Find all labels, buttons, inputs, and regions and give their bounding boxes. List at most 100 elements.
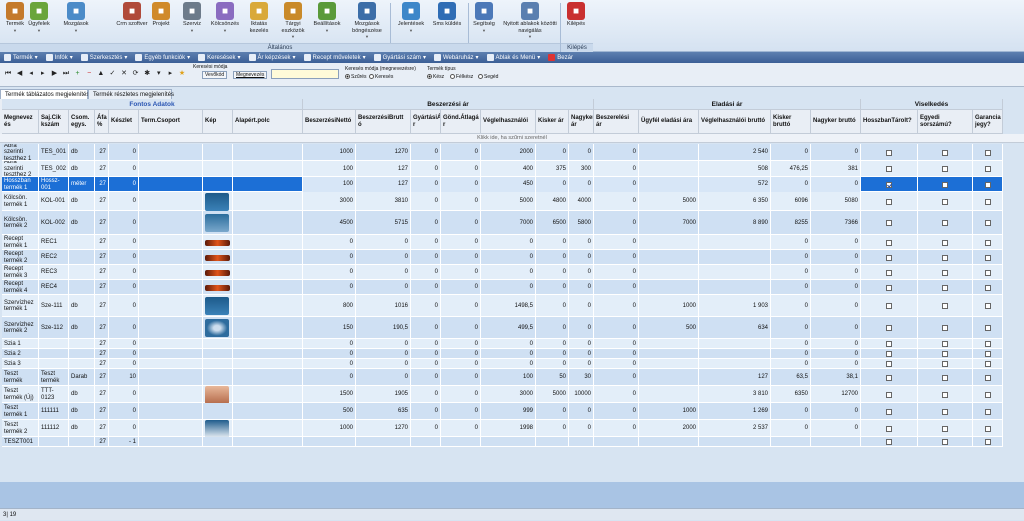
cell-uniq[interactable] [918,317,973,339]
checkbox[interactable] [942,391,948,398]
column-header[interactable]: Egyedi sorszámú? [918,110,973,134]
favorite-icon[interactable]: ★ [177,69,187,79]
cell-uniq[interactable] [918,349,973,359]
radio-szures[interactable]: Szűrés [345,74,367,80]
cell-uniq[interactable] [918,437,973,447]
confirm-icon[interactable]: ✓ [107,69,117,79]
cell-uniq[interactable] [918,144,973,161]
checkbox[interactable] [886,374,892,381]
checkbox[interactable] [886,391,892,398]
menu-close[interactable]: Bezár [544,54,577,61]
checkbox[interactable] [942,439,948,445]
checkbox[interactable] [886,166,892,172]
cell-uniq[interactable] [918,339,973,349]
cell-uniq[interactable] [918,265,973,280]
cell-long[interactable] [861,144,918,161]
column-header[interactable]: Kisker ár [536,110,569,134]
checkbox[interactable] [984,284,991,291]
prev-record-icon[interactable]: ◂ [26,69,36,79]
dropdown-icon[interactable]: ▾ [154,69,164,79]
cell-guar[interactable] [973,161,1003,177]
checkbox[interactable] [886,361,892,367]
table-row[interactable]: Recept termék 1 REC1 27 0 0 0 0 0 0 0 0 0 0 0 [2,235,1003,250]
filter-row[interactable]: Klikk ide, ha szűrni szeretnél [0,134,1024,143]
column-header[interactable]: BeszerzésiNettó [303,110,356,134]
table-row[interactable]: Teszt termék Teszt termék Darab 27 10 0 0 0 0 100… [2,369,1003,386]
checkbox[interactable] [984,361,991,367]
next-record-icon[interactable]: ▸ [38,69,48,79]
checkbox[interactable] [886,303,892,309]
ribbon-button-rental[interactable]: ■ Kölcsönzés ▼ [208,2,242,33]
ribbon-button-filing[interactable]: ■ Iktatás kezelés [244,2,274,34]
cell-long[interactable] [861,317,918,339]
checkbox[interactable] [984,341,991,347]
checkbox[interactable] [984,149,991,156]
checkbox[interactable] [942,220,948,226]
cell-long[interactable] [861,420,918,437]
checkbox[interactable] [942,254,948,261]
checkbox[interactable] [942,239,948,246]
cell-guar[interactable] [973,420,1003,437]
checkbox[interactable] [886,341,892,347]
table-row[interactable]: Teszt termék 2 111112 db 27 0 1000 1270 0 0 1998 0… [2,420,1003,437]
cell-guar[interactable] [973,177,1003,192]
column-header[interactable]: GyártásiÁ r [411,110,441,134]
cell-guar[interactable] [973,437,1003,447]
cell-guar[interactable] [973,369,1003,386]
cell-long[interactable] [861,295,918,317]
checkbox[interactable] [886,284,892,291]
checkbox[interactable] [942,341,948,347]
table-row[interactable]: Teszt termék 1 111111 db 27 0 500 635 0 0 999 0 0 0 1… [2,403,1003,420]
checkbox[interactable] [942,284,948,291]
cell-guar[interactable] [973,386,1003,403]
cell-long[interactable] [861,386,918,403]
table-row[interactable]: Recept termék 3 REC3 27 0 0 0 0 0 0 0 0 0 0 0 [2,265,1003,280]
menu-search[interactable]: Keresések ▾ [194,54,244,61]
cell-long[interactable] [861,192,918,211]
ribbon-button-reports[interactable]: ■ Jelentések ▼ [396,2,426,33]
checkbox[interactable] [942,303,948,309]
checkbox[interactable] [984,269,991,276]
cell-uniq[interactable] [918,295,973,317]
ribbon-button-exit[interactable]: ■ Kilépés [564,2,588,28]
checkbox[interactable] [984,351,991,357]
checkbox[interactable] [984,198,991,205]
ribbon-button-crm[interactable]: ■ Crm szoftver [116,2,148,28]
cell-guar[interactable] [973,192,1003,211]
table-row[interactable]: Kölcsön. termék 2 KOL-002 db 27 0 4500 5715 0 0 7… [2,211,1003,235]
column-header[interactable]: Kisker bruttó [771,110,811,134]
menu-serial[interactable]: Gyártási szám ▾ [370,54,430,61]
move-up-icon[interactable]: ▲ [96,69,106,79]
checkbox[interactable] [984,181,991,188]
checkbox[interactable] [886,181,892,188]
table-row[interactable]: Szervízhez termék 2 Sze-112 db 27 0 150 190,5 0… [2,317,1003,339]
table-row[interactable]: Hosszban termék 1 Hossz-001 méter 27 0 100 127… [2,177,1003,192]
cell-long[interactable] [861,250,918,265]
tab-table-view[interactable]: Termék táblázatos megjelenítés [0,89,89,99]
ribbon-button-project[interactable]: ■ Projekt [149,2,173,28]
column-header[interactable]: Term.Csoport [139,110,203,134]
cell-guar[interactable] [973,339,1003,349]
play-icon[interactable]: ▸ [165,69,175,79]
table-row[interactable]: Szervízhez termék 1 Sze-111 db 27 0 800 1016 0 0… [2,295,1003,317]
checkbox[interactable] [984,391,991,398]
column-header[interactable]: Véglelhasználói bruttó [699,110,771,134]
ribbon-button-help[interactable]: ■ Segítség ▼ [472,2,496,33]
column-header[interactable]: Gönd.Átlagá r [441,110,481,134]
menu-info[interactable]: Infók ▾ [42,54,77,61]
checkbox[interactable] [984,303,991,309]
checkbox[interactable] [942,166,948,172]
table-row[interactable]: Teszt termék (Új) TTT-0123 db 27 0 1500 1905 0 0… [2,386,1003,403]
checkbox[interactable] [984,325,991,331]
cell-uniq[interactable] [918,235,973,250]
column-header[interactable]: Csom. egys. [69,110,95,134]
radio-felkesz[interactable]: Félkész [450,74,473,80]
radio-seged[interactable]: Segéd [478,74,498,80]
cell-long[interactable] [861,235,918,250]
cell-uniq[interactable] [918,192,973,211]
checkbox[interactable] [984,408,991,415]
cell-long[interactable] [861,359,918,369]
checkbox[interactable] [984,374,991,381]
cell-long[interactable] [861,211,918,235]
cell-uniq[interactable] [918,403,973,420]
